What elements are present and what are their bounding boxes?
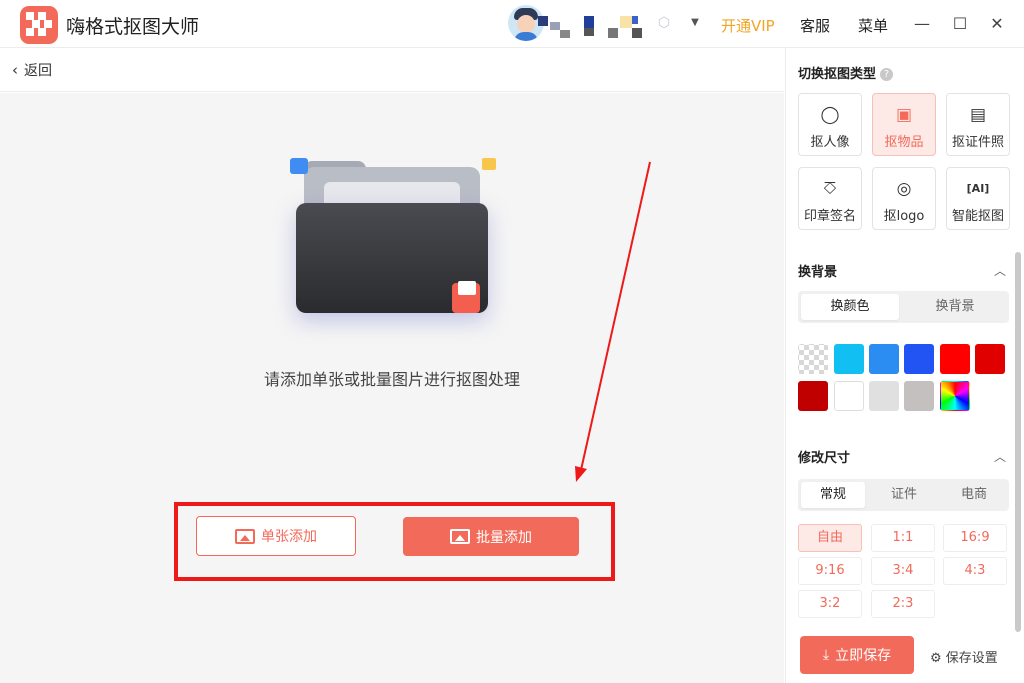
background-title: 换背景 [798, 265, 838, 280]
close-button[interactable]: ✕ [986, 13, 1008, 35]
back-button[interactable]: ‹ 返回 [12, 60, 52, 80]
maximize-button[interactable]: ☐ [949, 13, 971, 35]
type-label: 抠证件照 [951, 135, 1004, 150]
images-icon [450, 529, 470, 544]
ratio-free[interactable]: 自由 [798, 524, 862, 552]
vip-badge-icon: ⬡ [657, 15, 671, 31]
type-label: 智能抠图 [951, 209, 1004, 224]
type-id-photo-card[interactable]: ▤ 抠证件照 [946, 93, 1010, 156]
save-now-label: 立即保存 [835, 648, 892, 664]
yellow-file-icon [482, 158, 496, 170]
gear-icon: ⚙ [930, 651, 942, 666]
title-bar: 嗨格式抠图大师 ⬡ ▼ 开通VIP 客服 菜单 — ☐ ✕ [0, 0, 1024, 48]
background-mode-tabs: 换颜色 换背景 [798, 291, 1009, 323]
color-swatch-crimson[interactable] [798, 381, 828, 411]
app-logo-icon [20, 6, 58, 44]
single-add-button[interactable]: 单张添加 [196, 516, 356, 556]
image-icon [235, 528, 255, 544]
id-card-icon: ▤ [969, 105, 987, 125]
color-swatch-transparent[interactable] [798, 344, 828, 374]
upload-hint: 请添加单张或批量图片进行抠图处理 [263, 370, 520, 389]
save-settings-label: 保存设置 [945, 651, 998, 666]
type-stamp-card[interactable]: ⎏ 印章签名 [798, 167, 862, 230]
ai-icon: [AI] [966, 182, 990, 195]
color-swatch-white[interactable] [834, 381, 864, 411]
type-object-card[interactable]: ▣ 抠物品 [872, 93, 936, 156]
color-picker-swatch[interactable] [940, 381, 970, 411]
color-swatch-cyan[interactable] [834, 344, 864, 374]
color-swatch-red[interactable] [940, 344, 970, 374]
color-swatch-light-gray[interactable] [869, 381, 899, 411]
type-smart-card[interactable]: [AI] 智能抠图 [946, 167, 1010, 230]
box-icon: ▣ [895, 105, 913, 125]
ratio-4-3[interactable]: 4:3 [943, 557, 1007, 585]
app-title: 嗨格式抠图大师 [66, 16, 200, 38]
menu-link[interactable]: 菜单 [858, 15, 888, 36]
type-logo-card[interactable]: ◎ 抠logo [872, 167, 936, 230]
badge-icon: ◎ [896, 179, 912, 199]
tab-ecommerce[interactable]: 电商 [941, 482, 1007, 508]
ratio-16-9[interactable]: 16:9 [943, 524, 1007, 552]
save-now-button[interactable]: ⤓ 立即保存 [800, 636, 914, 674]
ratio-2-3[interactable]: 2:3 [871, 590, 935, 618]
panel-scrollbar[interactable] [1015, 252, 1021, 632]
help-icon[interactable]: ? [880, 68, 894, 81]
batch-add-button[interactable]: 批量添加 [403, 517, 579, 556]
chevron-left-icon: ‹ [12, 61, 18, 79]
color-swatch-dark-red[interactable] [975, 344, 1005, 374]
username-pixelated[interactable] [538, 14, 650, 38]
blue-file-icon [290, 158, 308, 174]
single-add-label: 单张添加 [261, 529, 317, 545]
batch-add-label: 批量添加 [476, 529, 532, 546]
ratio-9-16[interactable]: 9:16 [798, 557, 862, 585]
color-swatch-sky-blue[interactable] [869, 344, 899, 374]
type-portrait-card[interactable]: ◯ 抠人像 [798, 93, 862, 156]
tab-change-color[interactable]: 换颜色 [801, 294, 899, 320]
save-settings-button[interactable]: ⚙ 保存设置 [930, 647, 998, 666]
cutout-type-title: 切换抠图类型? [798, 63, 894, 82]
folder-illustration [288, 155, 498, 330]
resize-collapse-icon[interactable]: ︿ [994, 448, 1006, 465]
red-file-icon [452, 281, 480, 313]
stamp-icon: ⎏ [823, 179, 837, 199]
tab-regular[interactable]: 常规 [801, 482, 865, 508]
sub-toolbar: ‹ 返回 [0, 48, 784, 92]
back-label: 返回 [24, 63, 52, 79]
ratio-3-4[interactable]: 3:4 [871, 557, 935, 585]
tab-id[interactable]: 证件 [871, 482, 937, 508]
type-label: 印章签名 [803, 209, 856, 224]
type-label: 抠人像 [810, 135, 850, 150]
customer-service-link[interactable]: 客服 [800, 15, 830, 36]
account-dropdown-icon[interactable]: ▼ [688, 14, 702, 32]
ratio-3-2[interactable]: 3:2 [798, 590, 862, 618]
type-label: 抠logo [883, 209, 925, 224]
ratio-1-1[interactable]: 1:1 [871, 524, 935, 552]
size-category-tabs: 常规 证件 电商 [798, 479, 1009, 511]
minimize-button[interactable]: — [911, 13, 933, 35]
color-swatch-blue[interactable] [904, 344, 934, 374]
background-collapse-icon[interactable]: ︿ [994, 262, 1006, 279]
person-icon: ◯ [820, 105, 840, 125]
open-vip-link[interactable]: 开通VIP [721, 15, 775, 36]
download-icon: ⤓ [822, 647, 830, 663]
type-label: 抠物品 [884, 135, 924, 150]
color-swatch-gray[interactable] [904, 381, 934, 411]
tab-change-background[interactable]: 换背景 [904, 294, 1006, 320]
resize-title: 修改尺寸 [798, 451, 851, 466]
cutout-type-label: 切换抠图类型 [798, 67, 877, 82]
